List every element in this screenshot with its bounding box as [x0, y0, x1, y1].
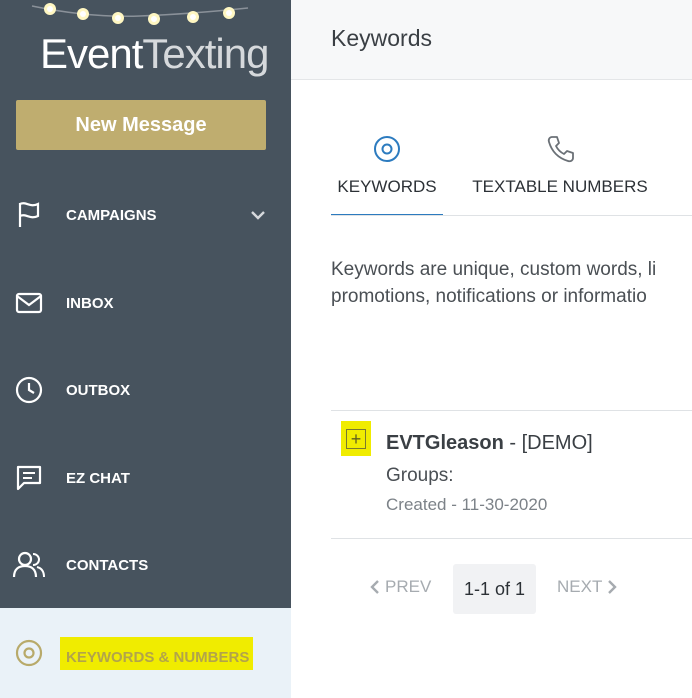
clock-icon	[12, 373, 46, 407]
sidebar-item-label: CAMPAIGNS	[66, 206, 157, 224]
sidebar-item-label: INBOX	[66, 294, 114, 312]
expand-keyword-button[interactable]: +	[341, 421, 371, 456]
sidebar: EventTexting New Message CAMPAIGNS INBOX…	[0, 0, 291, 698]
sidebar-item-inbox[interactable]: INBOX	[0, 273, 291, 333]
description-line: Keywords are unique, custom words, li	[331, 259, 657, 280]
target-icon	[12, 636, 46, 670]
row-divider	[331, 410, 692, 411]
sidebar-item-label: CONTACTS	[66, 556, 149, 574]
keyword-created-date: Created - 11-30-2020	[386, 495, 548, 514]
keyword-title: EVTGleason - [DEMO]	[386, 432, 593, 455]
chevron-down-icon[interactable]	[249, 206, 267, 224]
tab-textable-numbers[interactable]: TEXTABLE NUMBERS	[470, 130, 650, 216]
contacts-icon	[12, 548, 46, 582]
string-lights-icon	[31, 3, 249, 25]
envelope-icon	[12, 286, 46, 320]
sidebar-item-ez-chat[interactable]: EZ CHAT	[0, 448, 291, 508]
pager-prev-button[interactable]: PREV	[369, 577, 431, 597]
chevron-right-icon	[608, 580, 618, 594]
row-divider	[331, 538, 692, 539]
pager-info: 1-1 of 1	[453, 564, 536, 614]
plus-icon: +	[346, 428, 366, 449]
keyword-groups: Groups:	[386, 465, 454, 486]
flag-icon	[12, 198, 46, 232]
pager-prev-label: PREV	[385, 577, 432, 596]
keyword-name: EVTGleason	[386, 432, 504, 454]
page-title: Keywords	[331, 25, 432, 51]
page-header: Keywords	[291, 0, 692, 80]
sidebar-item-outbox[interactable]: OUTBOX	[0, 360, 291, 420]
sidebar-item-contacts[interactable]: CONTACTS	[0, 535, 291, 595]
tab-label: TEXTABLE NUMBERS	[472, 177, 648, 196]
chevron-left-icon	[370, 580, 379, 594]
sidebar-item-label: KEYWORDS & NUMBERS	[60, 636, 254, 670]
keywords-description: Keywords are unique, custom words, li pr…	[331, 256, 692, 310]
tabs-divider	[331, 215, 692, 216]
target-icon	[331, 134, 443, 166]
app-logo: EventTexting	[40, 30, 269, 77]
pager-next-label: NEXT	[557, 577, 603, 596]
chat-icon	[12, 461, 46, 495]
tab-label: KEYWORDS	[337, 177, 437, 196]
sidebar-item-label: EZ CHAT	[66, 469, 130, 487]
tab-keywords[interactable]: KEYWORDS	[331, 130, 443, 216]
pager-next-button[interactable]: NEXT	[557, 577, 618, 597]
keyword-tag: - [DEMO]	[503, 432, 593, 454]
phone-icon	[470, 134, 650, 166]
new-message-button[interactable]: New Message	[16, 100, 266, 150]
sidebar-item-keywords-numbers[interactable]: KEYWORDS & NUMBERS	[0, 608, 291, 698]
sidebar-item-label: OUTBOX	[66, 381, 131, 399]
sidebar-item-campaigns[interactable]: CAMPAIGNS	[0, 185, 291, 245]
description-line: promotions, notifications or informatio	[331, 286, 647, 307]
